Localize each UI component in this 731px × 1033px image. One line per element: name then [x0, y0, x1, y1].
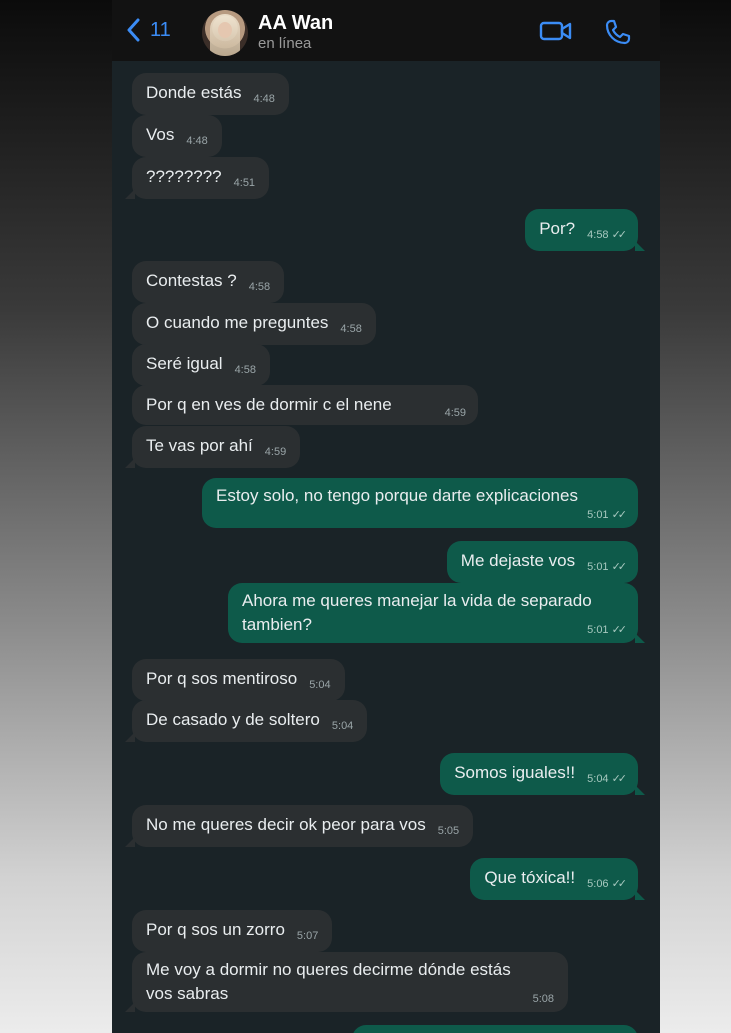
message-time: 4:51 — [233, 177, 256, 189]
message-time: 4:58 — [340, 323, 362, 335]
message-text: Me dejaste vos — [460, 551, 576, 570]
video-call-icon[interactable] — [539, 20, 573, 47]
message-text: Por q sos mentiroso — [146, 669, 298, 688]
message-text: Contestas ? — [146, 271, 237, 290]
message-time: 5:07 — [296, 930, 319, 942]
read-receipt-icon: ✓✓ — [611, 229, 628, 241]
contact-name: AA Wan — [258, 12, 334, 34]
avatar[interactable] — [202, 10, 248, 56]
message-text: Donde estás — [146, 83, 242, 102]
message-incoming[interactable]: De casado y de soltero 5:04 — [124, 700, 368, 742]
message-time: 4:48 — [186, 135, 208, 147]
message-text: Me voy a dormir no queres decirme dónde … — [146, 960, 511, 1003]
read-receipt-icon: ✓✓ — [611, 773, 628, 785]
message-incoming[interactable]: O cuando me preguntes 4:58 — [132, 303, 376, 345]
read-receipt-icon: ✓✓ — [611, 561, 628, 573]
read-receipt-icon: ✓✓ — [611, 878, 628, 890]
message-incoming[interactable]: No me queres decir ok peor para vos 5:05 — [124, 805, 474, 847]
chevron-left-icon — [127, 18, 140, 42]
message-incoming[interactable]: Por q sos mentiroso 5:04 — [132, 659, 345, 701]
message-outgoing[interactable]: Somos iguales!! 5:04 ✓✓ — [440, 753, 645, 795]
message-time: 5:04 — [331, 720, 354, 732]
message-text: Vos — [146, 125, 175, 144]
message-incoming[interactable]: Donde estás 4:48 — [132, 73, 289, 115]
chat-screen: 11 AA Wan en línea Donde estás 4:48 Vos — [112, 0, 660, 1033]
message-text: Por q sos un zorro — [146, 920, 285, 939]
message-outgoing[interactable]: Que tóxica!! 5:06 ✓✓ — [470, 858, 645, 900]
avatar-face — [218, 22, 232, 38]
message-time: 4:59 — [264, 446, 287, 458]
message-text: Que tóxica!! — [484, 868, 576, 887]
message-outgoing[interactable]: Por? 4:58 ✓✓ — [525, 209, 645, 251]
back-button[interactable]: 11 — [126, 18, 171, 42]
message-list[interactable]: Donde estás 4:48 Vos 4:48 ???????? 4:51 Por… — [112, 61, 660, 1033]
message-time: 4:48 — [253, 93, 275, 105]
read-receipt-icon: ✓✓ — [611, 624, 628, 636]
read-receipt-icon: ✓✓ — [611, 509, 628, 521]
message-text: Somos iguales!! — [454, 763, 576, 782]
message-time: 5:05 — [437, 825, 460, 837]
message-text: No me queres decir ok peor para vos — [146, 815, 426, 834]
message-text: Estoy solo, no tengo porque darte explic… — [216, 486, 578, 505]
message-outgoing[interactable]: Me dejaste vos 5:01 ✓✓ — [446, 541, 638, 583]
message-meta: 5:01 ✓✓ — [216, 506, 628, 522]
message-incoming[interactable]: Por q sos un zorro 5:07 — [132, 910, 333, 952]
message-time: 5:08 — [532, 993, 554, 1005]
message-time: 5:01 ✓✓ — [587, 624, 628, 636]
unread-count: 11 — [150, 18, 171, 41]
message-time: 4:58 — [248, 281, 271, 293]
message-incoming[interactable]: ???????? 4:51 — [124, 157, 270, 199]
message-text: Ahora me queres manejar la vida de separ… — [242, 591, 592, 634]
message-text: O cuando me preguntes — [146, 313, 329, 332]
message-time: 5:04 — [309, 679, 331, 691]
message-time: 5:04 ✓✓ — [587, 773, 628, 785]
message-text: De casado y de soltero — [146, 710, 320, 729]
message-time: 5:01 ✓✓ — [587, 561, 628, 573]
message-text: ???????? — [146, 167, 222, 186]
message-incoming[interactable]: Vos 4:48 — [132, 115, 222, 157]
message-time: 5:01 ✓✓ — [587, 509, 628, 521]
voice-call-icon[interactable] — [604, 18, 632, 51]
message-text: Por? — [539, 219, 576, 238]
message-incoming[interactable]: Contestas ? 4:58 — [132, 261, 285, 303]
message-incoming[interactable]: Me voy a dormir no queres decirme dónde … — [125, 952, 568, 1012]
message-time: 5:06 ✓✓ — [587, 878, 628, 890]
contact-status: en línea — [258, 35, 312, 52]
chat-header: 11 AA Wan en línea — [112, 0, 660, 61]
message-time: 4:58 — [234, 364, 256, 376]
contact-info[interactable]: AA Wan en línea — [258, 12, 333, 53]
message-outgoing[interactable]: Estoy solo, no tengo porque darte explic… — [202, 478, 638, 528]
message-incoming[interactable]: Por q en ves de dormir c el nene 4:59 — [132, 385, 478, 425]
message-outgoing[interactable]: Ahora me queres manejar la vida de separ… — [228, 583, 645, 643]
message-text: Por q en ves de dormir c el nene — [146, 395, 392, 414]
message-incoming[interactable]: Te vas por ahí 4:59 — [124, 426, 301, 468]
message-time: 4:58 ✓✓ — [587, 229, 628, 241]
message-incoming[interactable]: Seré igual 4:58 — [132, 344, 270, 386]
message-outgoing-partial[interactable] — [352, 1025, 638, 1033]
message-text: Te vas por ahí — [146, 436, 253, 455]
message-text: Seré igual — [146, 354, 223, 373]
message-time: 4:59 — [444, 407, 466, 419]
